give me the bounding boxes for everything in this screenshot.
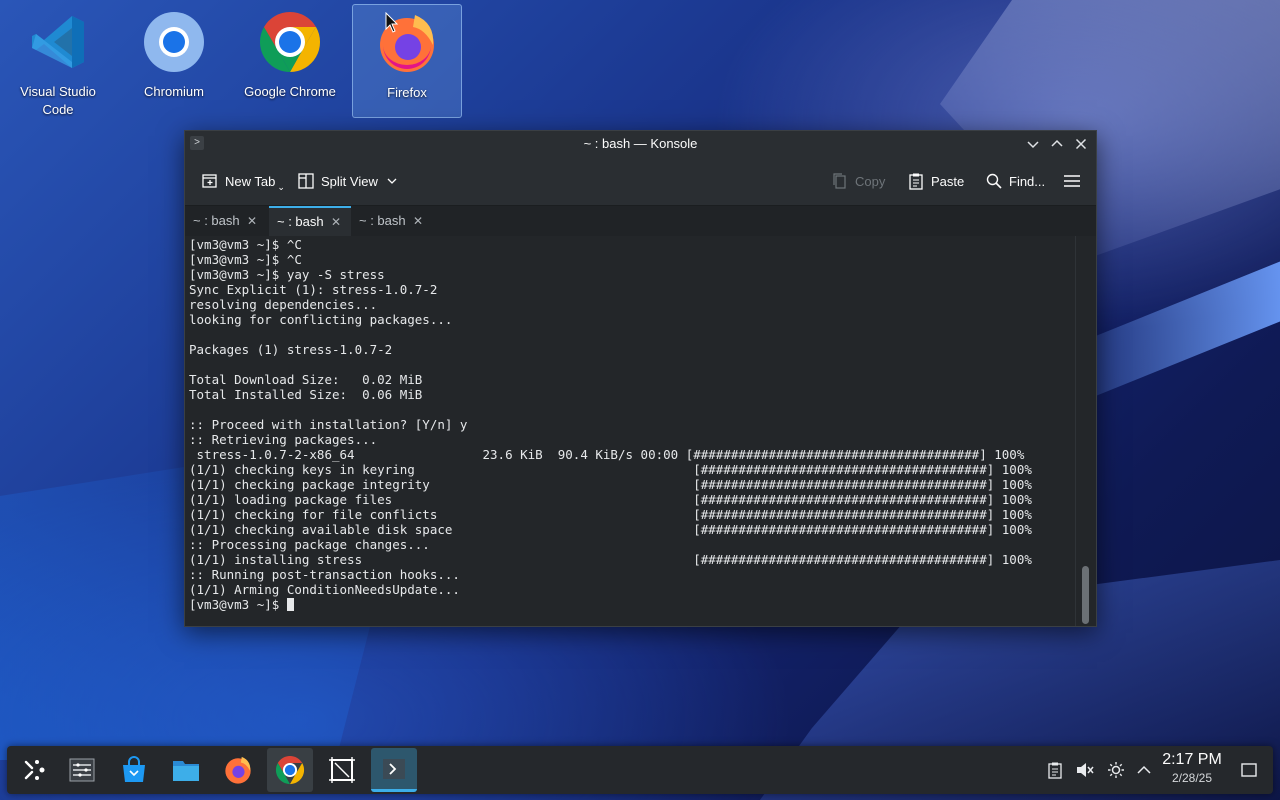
clipboard-icon (1048, 762, 1062, 779)
copy-icon (833, 173, 846, 189)
copy-button[interactable]: Copy (831, 169, 885, 193)
konsole-icon (383, 758, 405, 779)
show-desktop-button[interactable] (1238, 759, 1260, 781)
brightness-icon (1108, 762, 1124, 778)
digital-clock[interactable]: 2:17 PM 2/28/25 (1157, 750, 1227, 786)
terminal-text: [vm3@vm3 ~]$ ^C [vm3@vm3 ~]$ ^C [vm3@vm3… (189, 237, 1032, 612)
tab-label: ~ : bash (193, 213, 240, 228)
desktop-icon-chromium[interactable]: Chromium (120, 4, 228, 116)
paste-button[interactable]: Paste (907, 169, 964, 193)
paste-label: Paste (931, 173, 965, 189)
tab-bash-2[interactable]: ~ : bash ✕ (269, 206, 351, 236)
terminal-cursor (286, 598, 294, 611)
toolbar: New Tab ⌄ Split View Copy Paste Find... (185, 157, 1096, 206)
terminal-output[interactable]: [vm3@vm3 ~]$ ^C [vm3@vm3 ~]$ ^C [vm3@vm3… (185, 236, 1075, 626)
konsole-window[interactable]: > ~ : bash — Konsole New Tab ⌄ Split Vie… (184, 130, 1097, 627)
taskbar-dolphin[interactable] (163, 748, 209, 792)
hamburger-menu-icon (1064, 175, 1080, 187)
new-tab-icon (202, 174, 217, 188)
volume-muted-icon (1077, 763, 1094, 777)
split-view-icon (298, 173, 314, 189)
tab-bar: ~ : bash ✕ ~ : bash ✕ ~ : bash ✕ (185, 206, 1096, 237)
app-launcher-icon (24, 760, 45, 780)
chrome-icon (275, 755, 305, 785)
hamburger-menu-button[interactable] (1063, 169, 1081, 193)
split-view-button[interactable]: Split View (297, 169, 400, 193)
tab-bash-3[interactable]: ~ : bash ✕ (351, 206, 435, 236)
close-icon (1075, 138, 1087, 150)
terminal-scrollbar[interactable] (1075, 236, 1096, 626)
dropdown-arrow-icon: ⌄ (277, 181, 285, 192)
split-view-label: Split View (321, 173, 378, 189)
chevron-down-icon (1027, 141, 1039, 149)
chevron-down-icon (387, 178, 397, 184)
vscode-icon (32, 16, 84, 68)
desktop-icon-label: Firefox (387, 85, 427, 100)
screen-capture-icon (329, 757, 355, 783)
taskbar-discover[interactable] (111, 748, 157, 792)
brightness-tray-button[interactable] (1105, 759, 1127, 781)
desktop-icon-label: Google Chrome (244, 84, 336, 99)
show-hidden-icons-button[interactable] (1133, 759, 1155, 781)
firefox-icon (225, 756, 251, 784)
taskbar-screen-capture[interactable] (319, 748, 365, 792)
new-tab-button[interactable]: New Tab ⌄ (201, 169, 285, 193)
discover-store-icon (123, 756, 145, 782)
desktop-icon-label: Visual Studio Code (20, 84, 96, 117)
taskbar-pager[interactable] (59, 748, 105, 792)
tab-close-icon[interactable]: ✕ (413, 206, 423, 236)
taskbar-chrome[interactable] (267, 748, 313, 792)
chevron-up-icon (1137, 765, 1151, 774)
dolphin-files-icon (173, 761, 199, 781)
volume-tray-button[interactable] (1074, 759, 1096, 781)
close-button[interactable] (1071, 134, 1091, 154)
maximize-button[interactable] (1047, 134, 1067, 154)
find-button[interactable]: Find... (985, 169, 1045, 193)
clock-time: 2:17 PM (1162, 751, 1222, 768)
application-launcher[interactable] (11, 748, 57, 792)
desktop-icon-label: Chromium (144, 84, 204, 99)
paste-icon (909, 173, 923, 190)
desktop-icon-chrome[interactable]: Google Chrome (236, 4, 344, 116)
tab-label: ~ : bash (359, 213, 406, 228)
chevron-up-icon (1051, 139, 1063, 147)
tab-bash-1[interactable]: ~ : bash ✕ (185, 206, 269, 236)
minimize-button[interactable] (1023, 134, 1043, 154)
chromium-icon (144, 12, 204, 72)
desktop-icon-firefox[interactable]: Firefox (352, 4, 462, 118)
search-icon (986, 173, 1002, 189)
clock-date: 2/28/25 (1171, 771, 1213, 785)
clipboard-tray-button[interactable] (1044, 759, 1066, 781)
find-label: Find... (1009, 173, 1046, 189)
desktop-icon-vscode[interactable]: Visual Studio Code (4, 4, 112, 117)
title-bar[interactable]: > ~ : bash — Konsole (185, 131, 1096, 157)
chrome-icon (259, 11, 321, 73)
tab-label: ~ : bash (277, 214, 324, 229)
tab-close-icon[interactable]: ✕ (247, 206, 257, 236)
terminal-prompt: [vm3@vm3 ~]$ (189, 597, 287, 612)
pager-icon (69, 758, 95, 782)
mouse-pointer-icon (385, 12, 399, 33)
show-desktop-icon (1241, 763, 1257, 777)
tab-close-icon[interactable]: ✕ (331, 208, 341, 236)
taskbar: 2:17 PM 2/28/25 (7, 746, 1273, 794)
window-title: ~ : bash — Konsole (583, 136, 698, 151)
scrollbar-thumb[interactable] (1082, 566, 1089, 624)
taskbar-konsole[interactable] (371, 748, 417, 792)
copy-label: Copy (855, 173, 886, 189)
taskbar-firefox[interactable] (215, 748, 261, 792)
new-tab-label: New Tab (225, 173, 276, 189)
